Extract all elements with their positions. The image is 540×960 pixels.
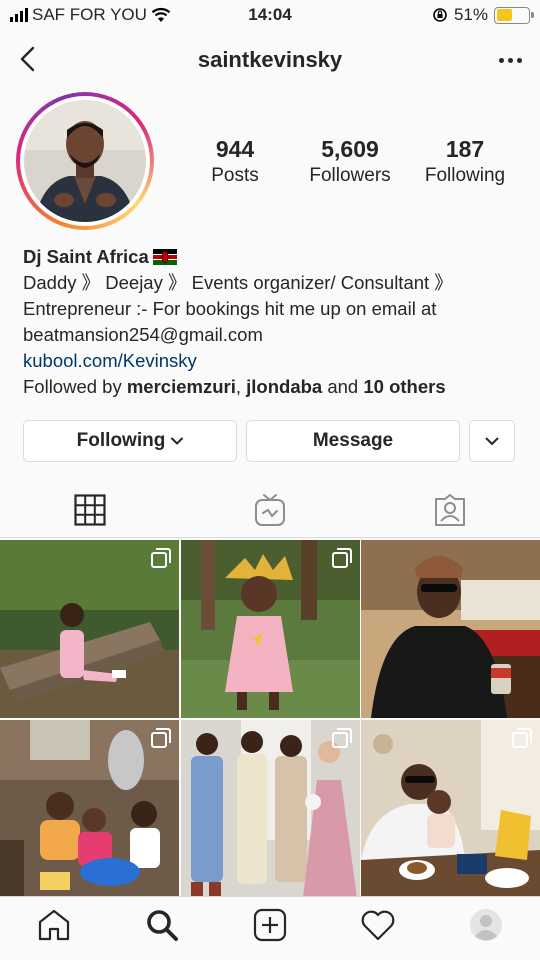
post-thumbnail[interactable] bbox=[361, 720, 540, 898]
post-thumbnail[interactable] bbox=[180, 540, 360, 718]
followed-and: and bbox=[322, 376, 364, 397]
carousel-icon bbox=[512, 728, 532, 748]
profile-stats: 944 Posts 5,609 Followers 187 Following bbox=[180, 136, 520, 187]
avatar-story-ring[interactable] bbox=[16, 92, 154, 230]
bio-website-link[interactable]: kubool.com/Kevinsky bbox=[23, 348, 523, 374]
carousel-icon bbox=[331, 728, 352, 748]
chevron-left-icon bbox=[20, 46, 35, 72]
post-thumbnail[interactable] bbox=[0, 540, 179, 718]
carousel-icon bbox=[151, 728, 171, 748]
tagged-icon bbox=[435, 493, 465, 526]
profile-avatar bbox=[24, 100, 146, 222]
followed-by-prefix: Followed by bbox=[23, 376, 127, 397]
igtv-icon bbox=[255, 493, 285, 526]
following-count: 187 bbox=[445, 136, 485, 162]
post-thumbnail[interactable] bbox=[0, 720, 179, 898]
profile-header: saintkevinsky bbox=[0, 36, 540, 84]
username-title: saintkevinsky bbox=[197, 47, 343, 72]
home-icon bbox=[38, 909, 70, 940]
nav-activity[interactable] bbox=[354, 901, 402, 949]
carousel-icon bbox=[151, 548, 171, 568]
profile-tabs bbox=[0, 482, 540, 538]
bio-line: Daddy 》 Deejay 》 Events organizer/ Consu… bbox=[23, 272, 453, 293]
chevron-down-icon bbox=[171, 437, 184, 445]
status-right: 51% bbox=[432, 5, 534, 25]
profile-avatar-icon bbox=[470, 908, 502, 941]
bio-email: beatmansion254@gmail.com bbox=[23, 324, 263, 345]
profile-name-row: Dj Saint Africa bbox=[23, 244, 523, 270]
posts-count: 944 bbox=[215, 136, 255, 162]
post-thumbnail[interactable] bbox=[180, 720, 360, 898]
nav-profile[interactable] bbox=[462, 901, 510, 949]
nav-new-post[interactable] bbox=[246, 901, 294, 949]
suggested-accounts-button[interactable] bbox=[469, 420, 515, 462]
post-thumbnail[interactable] bbox=[361, 540, 540, 718]
message-button[interactable]: Message bbox=[246, 420, 460, 462]
back-button[interactable] bbox=[14, 44, 44, 74]
followed-user-2: jlondaba bbox=[246, 376, 323, 397]
following-label: Following bbox=[424, 165, 506, 186]
followed-others: 10 others bbox=[363, 376, 446, 397]
following-button[interactable]: Following bbox=[23, 420, 237, 462]
new-post-icon bbox=[253, 908, 287, 941]
more-options-button[interactable] bbox=[494, 46, 526, 74]
nav-home[interactable] bbox=[30, 901, 78, 949]
battery-icon bbox=[494, 6, 534, 24]
posts-label: Posts bbox=[211, 165, 259, 186]
rotation-lock-icon bbox=[433, 8, 447, 22]
posts-grid bbox=[0, 540, 540, 898]
followers-label: Followers bbox=[309, 165, 391, 186]
tab-tagged[interactable] bbox=[360, 482, 540, 537]
signal-icon bbox=[10, 8, 28, 22]
search-icon bbox=[147, 909, 178, 941]
status-bar: SAF FOR YOU 14:04 51% bbox=[0, 0, 540, 30]
status-left: SAF FOR YOU bbox=[10, 5, 171, 25]
followed-sep: , bbox=[235, 376, 247, 397]
profile-bio: Dj Saint Africa Daddy 》 Deejay 》 Events … bbox=[23, 244, 523, 400]
kenya-flag-icon bbox=[152, 249, 177, 265]
tab-grid[interactable] bbox=[0, 482, 180, 537]
tab-igtv[interactable] bbox=[180, 482, 360, 537]
chevron-down-icon bbox=[485, 437, 499, 445]
bottom-nav-bar bbox=[0, 896, 540, 960]
nav-search[interactable] bbox=[138, 901, 186, 949]
bio-line: Entrepreneur :- For bookings hit me up o… bbox=[23, 298, 437, 319]
profile-actions: Following Message bbox=[23, 420, 517, 462]
battery-percent: 51% bbox=[453, 5, 488, 24]
carrier-name: SAF FOR YOU bbox=[32, 5, 147, 24]
followed-user-1: merciemzuri bbox=[126, 376, 236, 397]
stat-posts[interactable]: 944 Posts bbox=[180, 136, 290, 187]
heart-icon bbox=[361, 910, 395, 940]
following-button-label: Following bbox=[76, 430, 166, 451]
wifi-icon bbox=[151, 7, 171, 22]
carousel-icon bbox=[331, 548, 352, 568]
followed-by-text[interactable]: Followed by merciemzuri, jlondaba and 10… bbox=[23, 374, 523, 400]
stat-followers[interactable]: 5,609 Followers bbox=[295, 136, 405, 187]
stat-following[interactable]: 187 Following bbox=[410, 136, 520, 187]
profile-name: Dj Saint Africa bbox=[23, 246, 149, 267]
grid-icon bbox=[74, 493, 106, 526]
ellipsis-icon bbox=[498, 57, 504, 63]
followers-count: 5,609 bbox=[321, 136, 379, 162]
